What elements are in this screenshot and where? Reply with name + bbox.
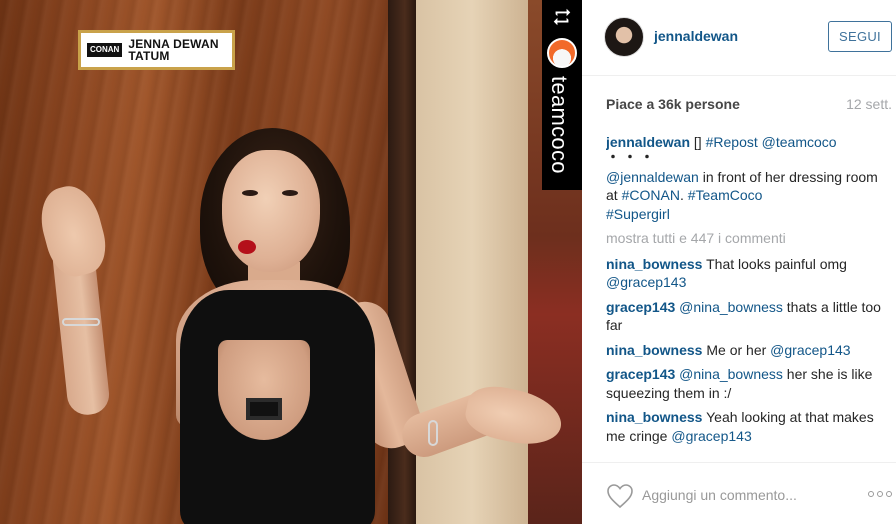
follow-button[interactable]: SEGUI (828, 21, 892, 52)
comment-item: nina_bowness That looks painful omg @gra… (606, 255, 892, 292)
comment-item: gracep143 @nina_bowness her she is like … (606, 365, 892, 402)
caption-username[interactable]: jennaldewan (606, 134, 690, 150)
door-nameplate: CONAN JENNA DEWAN TATUM (78, 30, 235, 70)
nameplate-line2: TATUM (128, 49, 170, 63)
mention-link[interactable]: @teamcoco (762, 134, 837, 150)
comment-text: That looks painful omg (702, 255, 847, 272)
caption-box-glyph: [] (693, 134, 702, 150)
post-photo[interactable]: CONAN JENNA DEWAN TATUM teamcoco (0, 0, 582, 524)
post-sidebar: jennaldewan SEGUI Piace a 36k persone 12… (582, 0, 896, 524)
comment-list[interactable]: jennaldewan [] #Repost @teamcoco ・・・ @je… (606, 133, 892, 463)
hashtag-link[interactable]: #Supergirl (606, 206, 670, 222)
comment-item: gracep143 @nina_bowness thats a little t… (606, 298, 892, 335)
comment-username[interactable]: nina_bowness (606, 256, 702, 272)
hashtag-link[interactable]: #CONAN (622, 187, 680, 203)
more-options-icon[interactable] (868, 487, 894, 501)
likes-row: Piace a 36k persone 12 sett. (606, 96, 892, 114)
person-face (222, 150, 320, 272)
mention-link[interactable]: @gracep143 (770, 342, 850, 358)
bracelet (62, 318, 100, 326)
comment-username[interactable]: gracep143 (606, 366, 675, 382)
repost-avatar (547, 38, 577, 68)
add-comment-input[interactable] (642, 485, 852, 505)
post-timestamp[interactable]: 12 sett. (846, 96, 892, 112)
repost-icon (553, 8, 571, 26)
comment-username[interactable]: nina_bowness (606, 409, 702, 425)
comment-text: Me or her (702, 341, 771, 358)
mention-link[interactable]: @gracep143 (606, 274, 686, 290)
hashtag-link[interactable]: #Repost (706, 134, 758, 150)
post-header: jennaldewan SEGUI (582, 0, 896, 76)
likes-count[interactable]: Piace a 36k persone (606, 96, 740, 112)
person-mouth (238, 240, 256, 254)
repost-handle: teamcoco (547, 76, 572, 174)
show-all-comments-link[interactable]: mostra tutti e 447 i commenti (606, 229, 892, 248)
mention-link[interactable]: @jennaldewan (606, 169, 699, 185)
comment-username[interactable]: nina_bowness (606, 342, 702, 358)
heart-icon[interactable] (606, 483, 634, 509)
post-footer (582, 462, 896, 524)
caption-dots: ・・・ (606, 148, 657, 165)
hashtag-link[interactable]: #TeamCoco (688, 187, 763, 203)
mention-link[interactable]: @nina_bowness (679, 299, 783, 315)
mention-link[interactable]: @nina_bowness (679, 366, 783, 382)
dress-buckle (246, 398, 282, 420)
author-username[interactable]: jennaldewan (654, 28, 738, 44)
caption: jennaldewan [] #Repost @teamcoco ・・・ @je… (606, 133, 892, 223)
avatar[interactable] (604, 17, 644, 57)
comment-item: nina_bowness Me or her @gracep143 (606, 341, 892, 360)
comment-username[interactable]: gracep143 (606, 299, 675, 315)
conan-logo: CONAN (87, 43, 123, 57)
